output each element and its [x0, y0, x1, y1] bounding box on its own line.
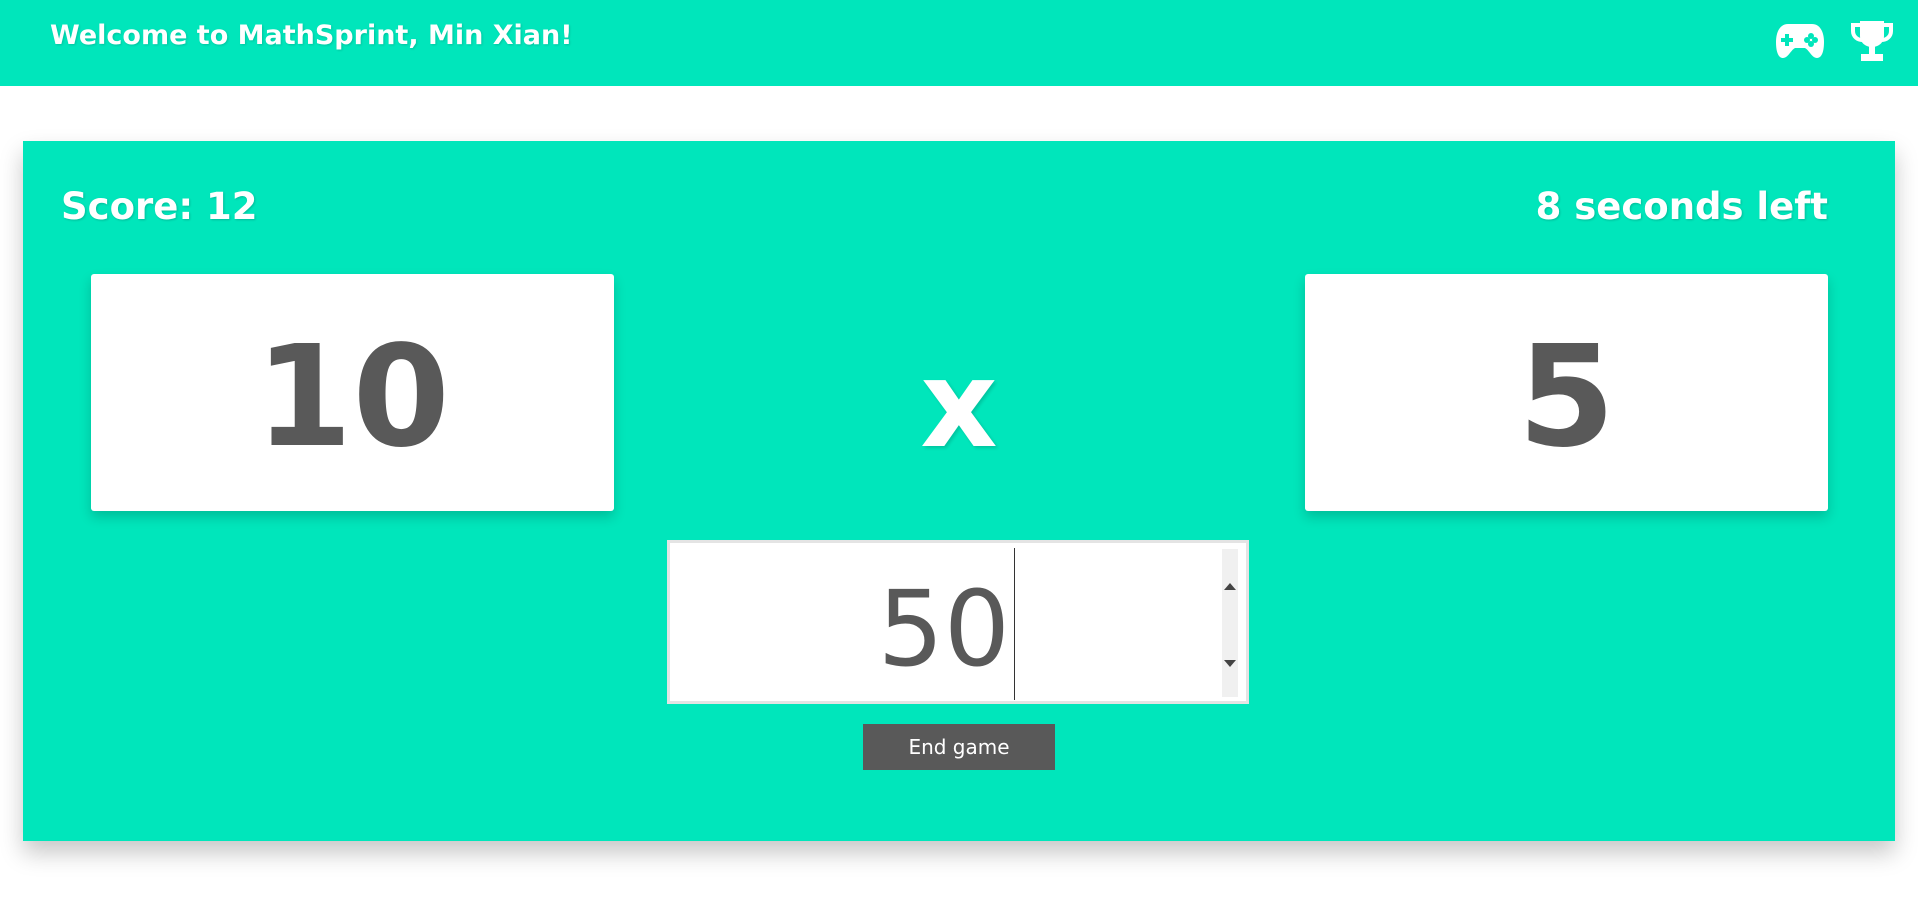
right-operand: 5	[1517, 315, 1616, 479]
text-caret	[1014, 548, 1015, 700]
end-game-button[interactable]: End game	[863, 724, 1055, 770]
right-operand-card: 5	[1305, 274, 1828, 511]
answer-input[interactable]: 50	[667, 540, 1249, 704]
top-bar: Welcome to MathSprint, Min Xian!	[0, 0, 1918, 86]
spinner-up-icon[interactable]	[1224, 583, 1236, 590]
game-panel: Score: 12 8 seconds left 10 x 5 50 End g…	[23, 141, 1895, 841]
timer-display: 8 seconds left	[1535, 185, 1828, 228]
answer-value: 50	[877, 568, 1010, 690]
number-spinner[interactable]	[1222, 549, 1238, 697]
spinner-down-icon[interactable]	[1224, 660, 1236, 667]
welcome-message: Welcome to MathSprint, Min Xian!	[50, 20, 573, 51]
score-display: Score: 12	[61, 185, 258, 228]
trophy-icon[interactable]	[1850, 18, 1894, 64]
game-controller-icon[interactable]	[1774, 18, 1826, 64]
